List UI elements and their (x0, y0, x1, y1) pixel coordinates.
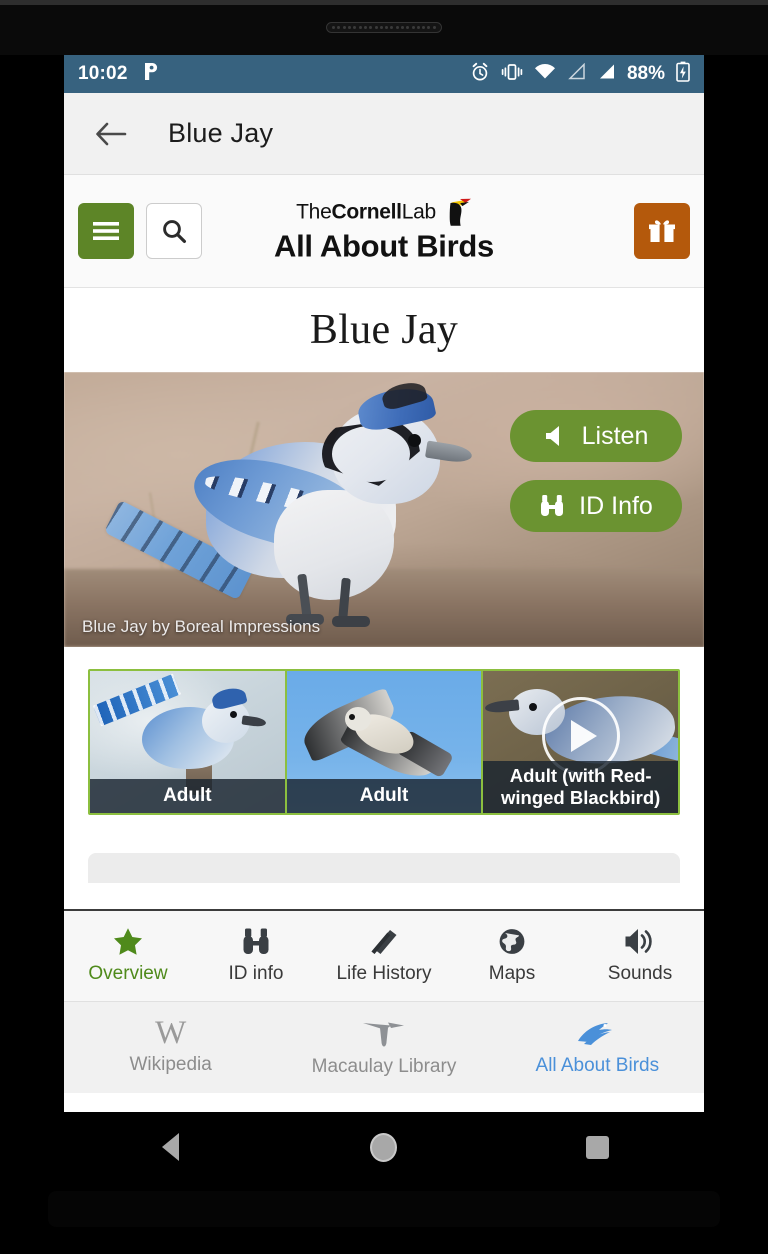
thumbnail-item[interactable]: Adult (90, 671, 287, 813)
thumbnail-strip: Adult Adult Adult (with Red-winged Black… (64, 647, 704, 815)
signal-full-icon (597, 63, 616, 85)
brand-the: The (296, 200, 332, 224)
id-info-button-label: ID Info (579, 491, 653, 520)
status-bar-clock: 10:02 (78, 63, 128, 84)
book-icon (371, 930, 397, 954)
tab-life-history-label: Life History (336, 963, 432, 984)
device-bottom-bezel (0, 1182, 768, 1254)
gift-button[interactable] (634, 203, 690, 259)
earpiece-speaker-grille (326, 22, 442, 33)
brand-title: All About Birds (274, 228, 494, 264)
source-tab-all-about-birds[interactable]: All About Birds (491, 1018, 704, 1077)
source-tab-all-about-birds-label: All About Birds (535, 1055, 660, 1076)
listen-button-label: Listen (581, 421, 649, 450)
gift-icon (649, 220, 675, 242)
tab-sounds-label: Sounds (607, 963, 673, 984)
page-title: Blue Jay (168, 118, 274, 148)
search-icon (163, 220, 186, 243)
source-tab-wikipedia[interactable]: W Wikipedia (64, 1015, 277, 1076)
star-icon (114, 928, 142, 955)
brand-text: TheCornellLab (296, 202, 436, 223)
section-tab-bar: Overview ID info Life History Maps Sound… (64, 909, 704, 1001)
thumbnail-label: Adult (286, 779, 482, 813)
battery-charging-icon (676, 61, 690, 87)
tab-sounds[interactable]: Sounds (576, 927, 704, 985)
pandora-icon (142, 62, 159, 86)
hero-action-buttons: Listen ID Info (510, 410, 682, 532)
id-info-button[interactable]: ID Info (510, 480, 682, 532)
status-bar: 10:02 88% (64, 55, 704, 93)
menu-button[interactable] (78, 203, 134, 259)
thumbnail-item-video[interactable]: Adult (with Red-winged Blackbird) (483, 671, 678, 813)
tab-overview-label: Overview (88, 963, 168, 984)
back-button[interactable] (90, 113, 132, 155)
android-recents-button[interactable] (491, 1135, 704, 1159)
arrow-left-icon (96, 122, 127, 145)
hummingbird-icon (362, 1022, 404, 1047)
tab-id-info[interactable]: ID info (192, 927, 320, 985)
binoculars-icon (243, 928, 269, 954)
source-tab-macaulay-label: Macaulay Library (311, 1056, 457, 1077)
blue-jay-illustration (104, 378, 482, 632)
device-frame: 10:02 88% Blue Jay TheCornellLab All Abo… (0, 0, 768, 1254)
speaker-icon (545, 426, 559, 446)
phone-screen: 10:02 88% Blue Jay TheCornellLab All Abo… (64, 55, 704, 1112)
source-tab-wikipedia-label: Wikipedia (129, 1053, 212, 1075)
content-card-area (64, 815, 704, 909)
vibrate-icon (501, 63, 523, 86)
android-home-button[interactable] (277, 1132, 490, 1162)
hero-image[interactable]: Listen ID Info Blue Jay by Boreal Impres… (64, 372, 704, 647)
species-name: Blue Jay (309, 307, 459, 353)
brand-cornell: Cornell (331, 200, 402, 224)
species-title-section: Blue Jay (64, 288, 704, 372)
signal-empty-icon (567, 62, 586, 85)
tab-maps[interactable]: Maps (448, 927, 576, 985)
battery-percent-label: 88% (626, 63, 665, 84)
wikipedia-icon: W (155, 1015, 187, 1052)
source-tab-bar: W Wikipedia Macaulay Library All About B… (64, 1001, 704, 1093)
tab-life-history[interactable]: Life History (320, 927, 448, 985)
brand-lab-word: Lab (401, 200, 436, 224)
android-back-button[interactable] (64, 1133, 277, 1161)
android-navigation-bar (64, 1112, 704, 1182)
allaboutbirds-bird-icon (578, 1023, 613, 1045)
brand-block: TheCornellLab All About Birds (224, 198, 544, 265)
thumbnail-label: Adult (90, 779, 285, 813)
listen-button[interactable]: Listen (510, 410, 682, 462)
thumbnail-label: Adult (with Red-winged Blackbird) (483, 761, 678, 813)
source-tab-macaulay-library[interactable]: Macaulay Library (277, 1017, 490, 1078)
woodpecker-logo-icon (449, 198, 471, 226)
thumbnail-item[interactable]: Adult (286, 671, 484, 813)
search-button[interactable] (146, 203, 202, 259)
globe-icon (499, 929, 525, 954)
alarm-icon (470, 62, 490, 87)
tab-overview[interactable]: Overview (64, 927, 192, 985)
content-card-stub (88, 853, 680, 883)
speaker-icon (625, 929, 652, 954)
app-bar: Blue Jay (64, 93, 704, 175)
site-header: TheCornellLab All About Birds (64, 175, 704, 288)
wifi-icon (534, 63, 556, 85)
hero-caption: Blue Jay by Boreal Impressions (82, 617, 321, 636)
hamburger-icon (93, 222, 119, 240)
binoculars-icon (541, 495, 564, 516)
tab-id-info-label: ID info (228, 963, 284, 984)
tab-maps-label: Maps (488, 963, 536, 984)
device-top-bezel (0, 0, 768, 55)
